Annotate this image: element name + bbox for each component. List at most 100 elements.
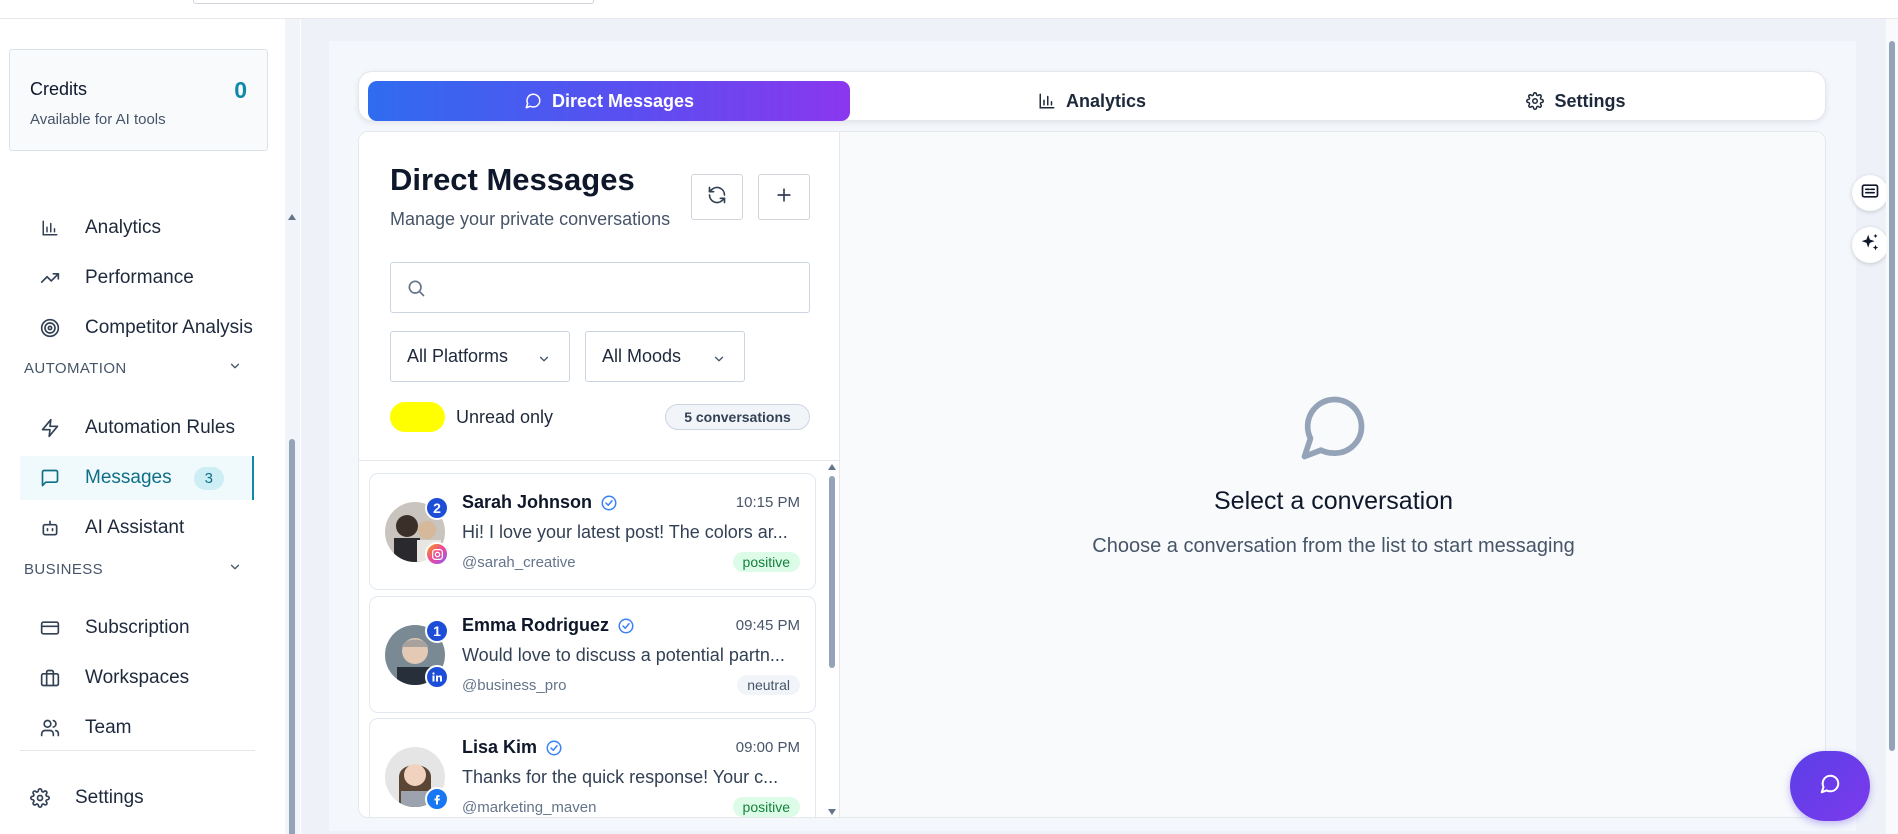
message-preview: Would love to discuss a potential partn.…	[462, 645, 785, 665]
mood-badge: positive	[732, 797, 800, 817]
empty-state-title: Select a conversation	[1213, 487, 1454, 515]
sidebar-item-automation-rules[interactable]: Automation Rules	[20, 406, 254, 450]
conversation-detail-pane: Select a conversation Choose a conversat…	[840, 132, 1825, 817]
section-automation[interactable]: AUTOMATION	[24, 359, 242, 377]
section-business[interactable]: BUSINESS	[24, 560, 242, 578]
credits-count: 0	[234, 77, 247, 103]
tab-settings[interactable]: Settings	[1334, 81, 1818, 121]
facebook-icon	[425, 787, 449, 811]
direct-messages-panel: Direct Messages Manage your private conv…	[358, 131, 1826, 818]
credits-label: Credits	[30, 79, 88, 99]
captions-button[interactable]	[1852, 175, 1888, 211]
sidebar: Credits 0 Available for AI tools Analyti…	[0, 19, 300, 834]
scroll-down-arrow[interactable]	[828, 809, 836, 815]
sidebar-item-performance[interactable]: Performance	[20, 256, 254, 300]
page-scrollbar[interactable]	[1886, 19, 1898, 834]
conversation-list-scrollbar[interactable]	[826, 464, 838, 817]
credits-subtitle: Available for AI tools	[30, 111, 166, 128]
conversation-item[interactable]: 1 Emma Rodriguez 09:45 PM Would love to …	[369, 596, 816, 713]
scrollbar-thumb[interactable]	[1889, 41, 1895, 751]
contact-name: Sarah Johnson	[462, 492, 618, 513]
chevron-down-icon	[712, 350, 726, 371]
scrollbar-thumb[interactable]	[829, 476, 835, 668]
sidebar-item-label: AI Assistant	[85, 517, 185, 538]
zap-icon	[39, 417, 61, 439]
briefcase-icon	[39, 667, 61, 689]
conversation-count-badge: 5 conversations	[665, 404, 810, 430]
gear-icon	[1526, 92, 1545, 110]
search-icon	[406, 278, 426, 303]
sidebar-item-label: Analytics	[85, 217, 162, 238]
new-conversation-button[interactable]	[758, 174, 810, 220]
platform-filter-value: All Platforms	[407, 346, 509, 366]
empty-state-subtitle: Choose a conversation from the list to s…	[1092, 535, 1575, 557]
refresh-icon	[707, 185, 727, 210]
contact-handle: @sarah_creative	[462, 554, 576, 571]
sidebar-item-label: Performance	[85, 267, 194, 288]
tab-label: Settings	[1554, 90, 1626, 111]
bar-chart-icon	[1038, 92, 1056, 110]
page-subtitle: Manage your private conversations	[390, 209, 671, 229]
bar-chart-icon	[39, 217, 61, 239]
conversation-item[interactable]: Lisa Kim 09:00 PM Thanks for the quick r…	[369, 718, 816, 817]
unread-only-label: Unread only	[456, 407, 554, 427]
scroll-up-arrow[interactable]	[288, 214, 296, 220]
tab-label: Direct Messages	[551, 90, 695, 111]
contact-name: Emma Rodriguez	[462, 615, 635, 636]
chat-support-button[interactable]	[1790, 751, 1870, 821]
tab-bar: Direct Messages Analytics Settings	[358, 71, 1826, 121]
top-bar	[0, 0, 1898, 19]
contact-handle: @business_pro	[462, 677, 567, 694]
contact-name: Lisa Kim	[462, 737, 563, 758]
message-time: 09:45 PM	[735, 617, 800, 634]
sidebar-item-label: Workspaces	[85, 667, 190, 688]
sidebar-item-competitor-analysis[interactable]: Competitor Analysis	[20, 306, 254, 350]
refresh-button[interactable]	[691, 174, 743, 220]
sparkles-icon	[1859, 232, 1881, 259]
unread-count-badge: 2	[425, 496, 449, 520]
conversation-item[interactable]: 2 Sarah Johnson 10:15 PM Hi! I love your…	[369, 473, 816, 590]
contact-name-text: Sarah Johnson	[462, 492, 593, 512]
message-circle-icon	[1819, 773, 1841, 800]
sidebar-item-subscription[interactable]: Subscription	[20, 606, 254, 650]
target-icon	[39, 317, 61, 339]
search-input[interactable]	[437, 273, 797, 303]
mood-filter-select[interactable]: All Moods	[585, 331, 745, 382]
sidebar-item-messages[interactable]: Messages 3	[20, 456, 254, 500]
sidebar-item-label: Settings	[75, 787, 144, 808]
scroll-up-arrow[interactable]	[828, 464, 836, 470]
sidebar-item-label: Messages	[85, 467, 172, 488]
sidebar-item-ai-assistant[interactable]: AI Assistant	[20, 506, 254, 550]
bot-icon	[39, 517, 61, 539]
credits-card: Credits 0 Available for AI tools	[9, 49, 268, 151]
contact-name-text: Emma Rodriguez	[462, 615, 610, 635]
sidebar-item-workspaces[interactable]: Workspaces	[20, 656, 254, 700]
tab-direct-messages[interactable]: Direct Messages	[368, 81, 850, 121]
sidebar-item-settings[interactable]: Settings	[10, 776, 244, 820]
ai-sparkle-button[interactable]	[1852, 227, 1888, 263]
sidebar-item-label: Automation Rules	[85, 417, 235, 438]
mood-filter-value: All Moods	[602, 346, 682, 366]
users-icon	[39, 717, 61, 739]
platform-filter-select[interactable]: All Platforms	[390, 331, 570, 382]
contact-handle: @marketing_maven	[462, 799, 597, 816]
sidebar-scrollbar[interactable]	[285, 19, 300, 834]
mood-badge: positive	[732, 552, 800, 572]
sidebar-item-label: Team	[85, 717, 132, 738]
conversation-search[interactable]	[390, 262, 810, 313]
verified-icon	[545, 739, 563, 757]
global-search-input[interactable]	[193, 0, 594, 4]
verified-icon	[617, 617, 635, 635]
sidebar-item-analytics[interactable]: Analytics	[20, 206, 254, 250]
message-square-icon	[39, 467, 61, 489]
scrollbar-thumb[interactable]	[289, 439, 295, 834]
page-title: Direct Messages	[390, 162, 635, 197]
unread-only-toggle[interactable]	[390, 402, 445, 432]
instagram-icon	[425, 542, 449, 566]
sidebar-item-team[interactable]: Team	[20, 706, 254, 750]
trending-up-icon	[39, 267, 61, 289]
contact-name-text: Lisa Kim	[462, 737, 538, 757]
tab-analytics[interactable]: Analytics	[850, 81, 1334, 121]
gear-icon	[29, 787, 51, 809]
message-time: 10:15 PM	[735, 494, 800, 511]
